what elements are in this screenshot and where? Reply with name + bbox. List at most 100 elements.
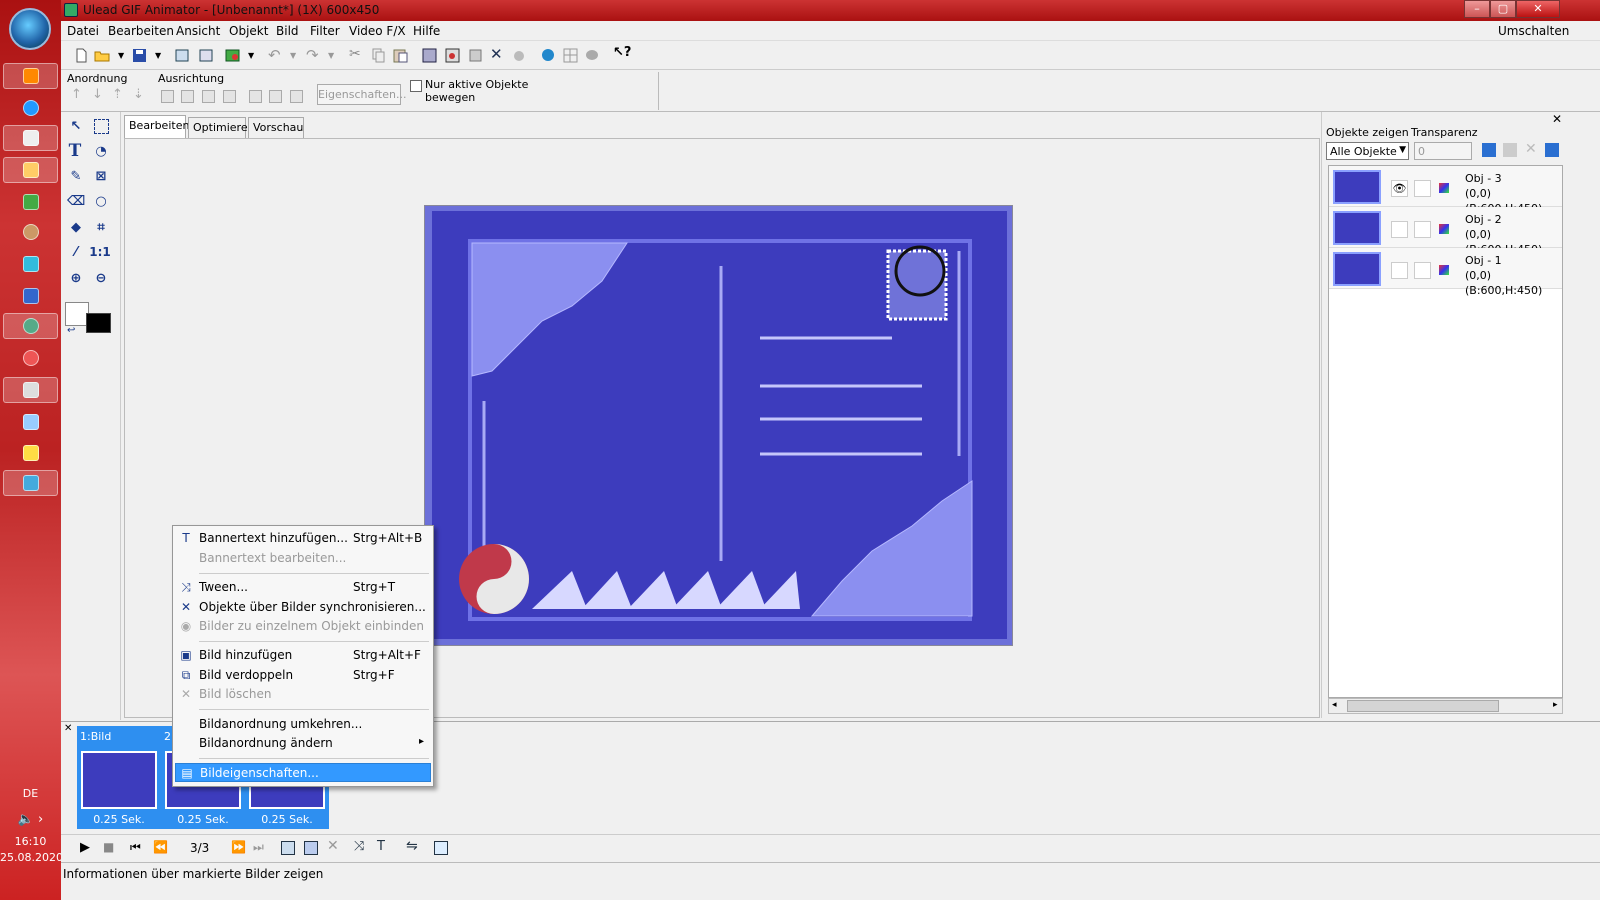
reverse-frames-icon[interactable]: ⇋ bbox=[406, 838, 418, 854]
menu-hilfe[interactable]: Hilfe bbox=[413, 24, 440, 38]
menu-bild[interactable]: Bild bbox=[276, 24, 299, 38]
save-icon[interactable] bbox=[131, 47, 148, 64]
tab-vorschau[interactable]: Vorschau bbox=[248, 117, 304, 139]
menu-filter[interactable]: Filter bbox=[310, 24, 340, 38]
help-pointer-icon[interactable]: ↖? bbox=[613, 45, 631, 60]
crop-tool-icon[interactable]: ⌗ bbox=[92, 218, 110, 236]
clock-date[interactable]: 25.08.2020 bbox=[0, 851, 63, 864]
play-icon[interactable]: ▶ bbox=[80, 840, 90, 855]
next-frame-icon[interactable]: ⏩ bbox=[231, 840, 246, 854]
menu-item-change-order[interactable]: Bildanordnung ändern ▸ bbox=[175, 734, 431, 753]
taskbar-item-media[interactable] bbox=[3, 63, 58, 89]
volume-icon[interactable]: 🔈 › bbox=[0, 812, 61, 827]
lasso-icon[interactable]: ○ bbox=[92, 192, 110, 210]
visibility-eye-icon[interactable]: 👁 bbox=[1391, 180, 1408, 197]
clock-time[interactable]: 16:10 bbox=[0, 835, 61, 848]
lock-toggle[interactable] bbox=[1414, 262, 1431, 279]
align-left-icon[interactable] bbox=[161, 90, 174, 103]
redo-icon[interactable]: ↷ bbox=[306, 46, 319, 64]
eyedropper-icon[interactable]: ⁄ bbox=[67, 243, 85, 261]
open-dropdown-icon[interactable]: ▼ bbox=[118, 51, 124, 60]
move-up-icon[interactable]: ↑ bbox=[71, 87, 82, 102]
menu-item-merge-frames[interactable]: ◉ Bilder zu einzelnem Objekt einbinden bbox=[175, 617, 431, 636]
tab-bearbeiten[interactable]: Bearbeiten bbox=[124, 115, 189, 139]
object-row[interactable]: 👁 Obj - 3(0,0)(B:600,H:450) bbox=[1329, 166, 1562, 215]
taskbar-item-ie[interactable] bbox=[3, 95, 58, 121]
menu-item-sync-objects[interactable]: ✕ Objekte über Bilder synchronisieren... bbox=[175, 598, 431, 617]
delete-object-icon[interactable]: ✕ bbox=[1525, 141, 1537, 157]
menu-item-duplicate-frame[interactable]: ⧉ Bild verdoppeln Strg+F bbox=[175, 666, 431, 685]
open-folder-icon[interactable] bbox=[94, 47, 111, 64]
scroll-left-icon[interactable]: ◂ bbox=[1332, 700, 1337, 710]
taskbar-item-app10[interactable] bbox=[3, 345, 58, 371]
start-button[interactable] bbox=[9, 8, 51, 50]
lock-toggle[interactable] bbox=[1414, 221, 1431, 238]
first-frame-icon[interactable]: ⏮ bbox=[130, 840, 141, 855]
menu-item-reverse-order[interactable]: Bildanordnung umkehren... bbox=[175, 715, 431, 734]
tween-toolbar-icon[interactable]: ⤨ bbox=[354, 839, 364, 854]
tab-optimieren[interactable]: Optimieren bbox=[188, 117, 255, 139]
menu-datei[interactable]: Datei bbox=[67, 24, 99, 38]
cut-icon[interactable]: ✂ bbox=[349, 46, 361, 62]
scroll-right-icon[interactable]: ▸ bbox=[1553, 700, 1558, 710]
taskbar-item-app11[interactable] bbox=[3, 377, 58, 403]
actual-size-icon[interactable]: 1:1 bbox=[89, 243, 111, 261]
frame-thumbnail[interactable]: 1:Bild 0.25 Sek. bbox=[77, 726, 161, 829]
new-file-icon[interactable] bbox=[73, 47, 90, 64]
menu-item-frame-properties[interactable]: ▤ Bildeigenschaften... bbox=[175, 763, 431, 782]
taskbar-item-calendar[interactable] bbox=[3, 125, 58, 151]
taskbar-item-gif-animator[interactable] bbox=[3, 313, 58, 339]
maximize-button[interactable]: ▢ bbox=[1490, 0, 1516, 18]
app-icon[interactable] bbox=[64, 3, 78, 17]
banner-toolbar-icon[interactable]: T bbox=[377, 839, 385, 854]
zoom-in-icon[interactable]: ⊕ bbox=[67, 269, 85, 287]
new-object-icon[interactable] bbox=[1482, 143, 1496, 157]
frame-props-toolbar-icon[interactable] bbox=[434, 841, 448, 855]
export-icon[interactable] bbox=[197, 47, 214, 64]
add-frame-toolbar-icon[interactable] bbox=[421, 47, 438, 64]
background-color-swatch[interactable] bbox=[86, 313, 111, 333]
swap-colors-icon[interactable]: ↩ bbox=[67, 325, 75, 336]
eraser-icon[interactable]: ⌫ bbox=[67, 192, 85, 210]
pick-tool-icon[interactable]: ↖ bbox=[67, 117, 85, 135]
text-tool-icon[interactable]: T bbox=[66, 141, 84, 161]
menu-item-edit-banner[interactable]: Bannertext bearbeiten... bbox=[175, 549, 431, 568]
move-down-icon[interactable]: ↓ bbox=[92, 87, 103, 102]
language-indicator[interactable]: DE bbox=[0, 787, 61, 800]
properties-button[interactable]: Eigenschaften... bbox=[317, 84, 406, 105]
zoom-out-icon[interactable]: ⊖ bbox=[92, 269, 110, 287]
visibility-toggle[interactable] bbox=[1391, 221, 1408, 238]
optimize-wizard-icon[interactable] bbox=[224, 47, 241, 64]
add-object-icon[interactable] bbox=[467, 47, 484, 64]
comment-icon[interactable] bbox=[584, 47, 601, 64]
menu-video-fx[interactable]: Video F/X bbox=[349, 24, 406, 38]
undo-icon[interactable]: ↶ bbox=[268, 46, 281, 64]
menu-objekt[interactable]: Objekt bbox=[229, 24, 268, 38]
menu-item-add-banner[interactable]: T Bannertext hinzufügen... Strg+Alt+B bbox=[175, 529, 431, 548]
align-right-icon[interactable] bbox=[202, 90, 215, 103]
minimize-button[interactable]: – bbox=[1464, 0, 1490, 18]
visibility-toggle[interactable] bbox=[1391, 262, 1408, 279]
align-bottom-icon[interactable] bbox=[223, 90, 236, 103]
menu-ansicht[interactable]: Ansicht bbox=[176, 24, 220, 38]
menu-item-delete-frame[interactable]: ✕ Bild löschen bbox=[175, 685, 431, 704]
move-bottom-icon[interactable]: ⇣ bbox=[133, 87, 144, 102]
canvas[interactable] bbox=[424, 205, 1013, 646]
taskbar-item-app12[interactable] bbox=[3, 409, 58, 435]
object-row[interactable]: Obj - 2(0,0)(B:600,H:450) bbox=[1329, 207, 1562, 256]
add-frame-icon[interactable] bbox=[281, 841, 295, 855]
import-icon[interactable] bbox=[174, 47, 191, 64]
align-center-icon[interactable] bbox=[181, 90, 194, 103]
distribute-h-icon[interactable] bbox=[249, 90, 262, 103]
menu-bearbeiten[interactable]: Bearbeiten bbox=[108, 24, 174, 38]
magic-wand-icon[interactable]: ⊠ bbox=[92, 167, 110, 185]
horizontal-scrollbar[interactable]: ◂ ▸ bbox=[1328, 698, 1563, 714]
paint-bucket-icon[interactable] bbox=[511, 47, 528, 64]
delete-frame-icon[interactable]: ✕ bbox=[327, 838, 339, 854]
scrollbar-thumb[interactable] bbox=[1347, 700, 1499, 712]
taskbar-item-app8[interactable] bbox=[3, 283, 58, 309]
copy-icon[interactable] bbox=[370, 47, 387, 64]
transparency-input[interactable]: 0 bbox=[1414, 142, 1472, 160]
browser-preview-icon[interactable] bbox=[540, 47, 557, 64]
show-objects-select[interactable]: Alle Objekte ▼ bbox=[1326, 142, 1409, 160]
